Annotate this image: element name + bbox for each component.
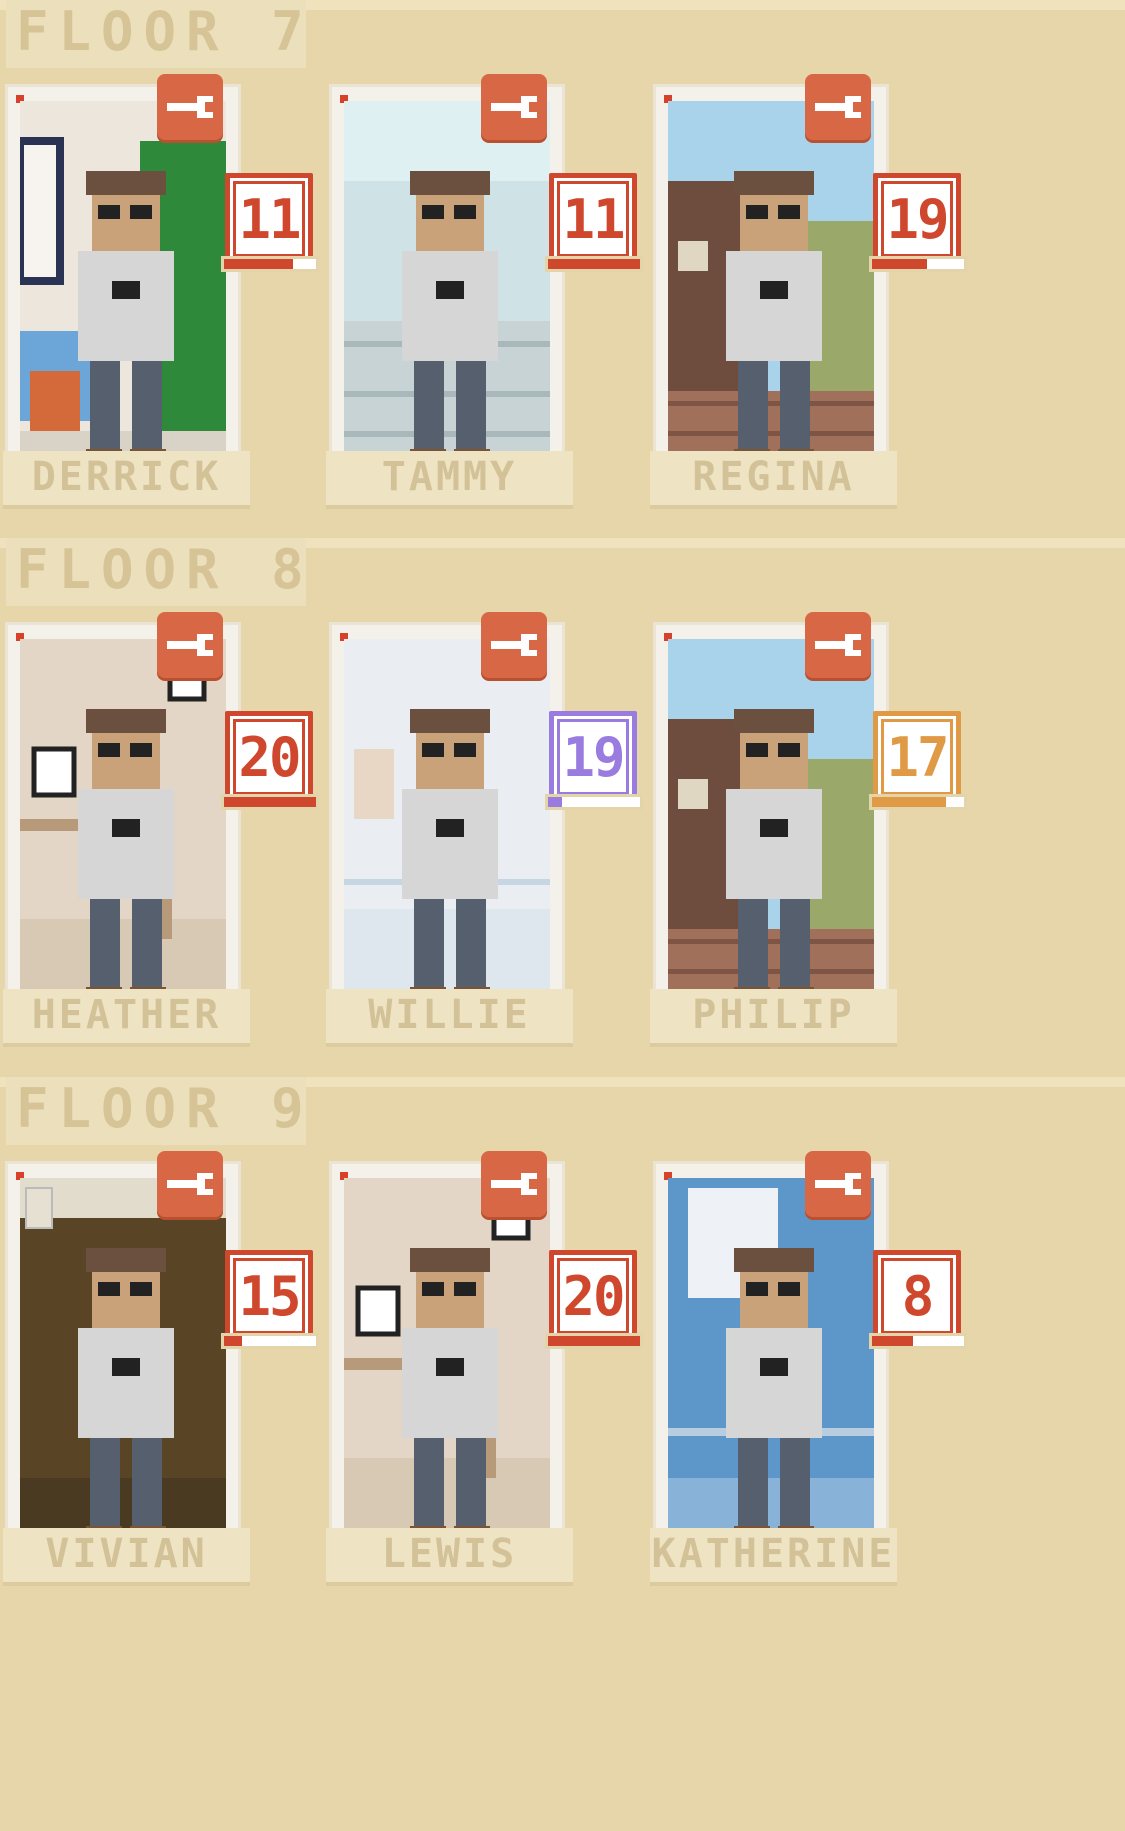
progress-bar [221, 1333, 319, 1349]
remove-resident-button[interactable] [157, 612, 223, 678]
floor-section: FLOOR 8 20 HEATHER 19 WILLIE 17 PHILIP [0, 538, 1125, 1168]
resident-portrait [20, 101, 226, 472]
progress-bar [545, 1333, 643, 1349]
resident-portrait [20, 639, 226, 1010]
resident-card[interactable] [329, 1161, 565, 1564]
level-badge: 19 [873, 173, 961, 265]
resident-card[interactable] [329, 622, 565, 1025]
resident-portrait [344, 639, 550, 1010]
wrench-icon [167, 96, 213, 118]
progress-fill [872, 1336, 913, 1346]
resident-portrait [344, 101, 550, 472]
resident-name: HEATHER [3, 989, 250, 1047]
resident-portrait [668, 639, 874, 1010]
level-value: 20 [233, 719, 305, 795]
resident-name: REGINA [650, 451, 897, 509]
wrench-icon [815, 634, 861, 656]
resident-name: WILLIE [326, 989, 573, 1047]
floor-title: FLOOR 9 [6, 1077, 306, 1145]
resident-name: VIVIAN [3, 1528, 250, 1586]
remove-resident-button[interactable] [157, 1151, 223, 1217]
level-badge: 19 [549, 711, 637, 803]
wrench-icon [491, 634, 537, 656]
level-value: 11 [233, 181, 305, 257]
level-value: 8 [881, 1258, 953, 1334]
level-value: 11 [557, 181, 629, 257]
level-badge: 15 [225, 1250, 313, 1342]
resident-portrait [20, 1178, 226, 1549]
progress-fill [548, 797, 562, 807]
remove-resident-button[interactable] [805, 1151, 871, 1217]
level-badge: 20 [225, 711, 313, 803]
resident-card[interactable] [653, 622, 889, 1025]
progress-fill [872, 259, 927, 269]
resident-card[interactable] [653, 1161, 889, 1564]
resident-name: DERRICK [3, 451, 250, 509]
remove-resident-button[interactable] [805, 612, 871, 678]
wrench-icon [815, 1173, 861, 1195]
wrench-icon [491, 1173, 537, 1195]
wrench-icon [491, 96, 537, 118]
resident-card[interactable] [329, 84, 565, 487]
resident-name: PHILIP [650, 989, 897, 1047]
level-badge: 11 [549, 173, 637, 265]
resident-portrait [668, 1178, 874, 1549]
resident-name: LEWIS [326, 1528, 573, 1586]
level-value: 15 [233, 1258, 305, 1334]
resident-card[interactable] [653, 84, 889, 487]
progress-bar [869, 256, 967, 272]
floor-title: FLOOR 7 [6, 0, 306, 68]
remove-resident-button[interactable] [481, 612, 547, 678]
progress-fill [224, 1336, 242, 1346]
resident-name: KATHERINE [650, 1528, 897, 1586]
resident-name: TAMMY [326, 451, 573, 509]
progress-bar [545, 794, 643, 810]
progress-bar [545, 256, 643, 272]
remove-resident-button[interactable] [157, 74, 223, 140]
level-value: 20 [557, 1258, 629, 1334]
resident-card[interactable] [5, 1161, 241, 1564]
progress-bar [221, 256, 319, 272]
wrench-icon [167, 1173, 213, 1195]
wrench-icon [815, 96, 861, 118]
floor-section: FLOOR 9 15 VIVIAN 20 LEWIS 8 KATHERINE [0, 1077, 1125, 1707]
level-value: 17 [881, 719, 953, 795]
progress-fill [224, 797, 316, 807]
wrench-icon [167, 634, 213, 656]
resident-card[interactable] [5, 622, 241, 1025]
level-value: 19 [557, 719, 629, 795]
resident-card[interactable] [5, 84, 241, 487]
remove-resident-button[interactable] [805, 74, 871, 140]
progress-fill [224, 259, 293, 269]
resident-portrait [344, 1178, 550, 1549]
level-value: 19 [881, 181, 953, 257]
progress-fill [548, 1336, 640, 1346]
progress-bar [221, 794, 319, 810]
floor-section: FLOOR 7 11 DERRICK 11 TAMMY 19 REGINA [0, 0, 1125, 630]
level-badge: 20 [549, 1250, 637, 1342]
floor-title: FLOOR 8 [6, 538, 306, 606]
remove-resident-button[interactable] [481, 1151, 547, 1217]
progress-bar [869, 794, 967, 810]
level-badge: 8 [873, 1250, 961, 1342]
level-badge: 11 [225, 173, 313, 265]
progress-bar [869, 1333, 967, 1349]
progress-fill [872, 797, 946, 807]
resident-portrait [668, 101, 874, 472]
level-badge: 17 [873, 711, 961, 803]
progress-fill [548, 259, 640, 269]
remove-resident-button[interactable] [481, 74, 547, 140]
